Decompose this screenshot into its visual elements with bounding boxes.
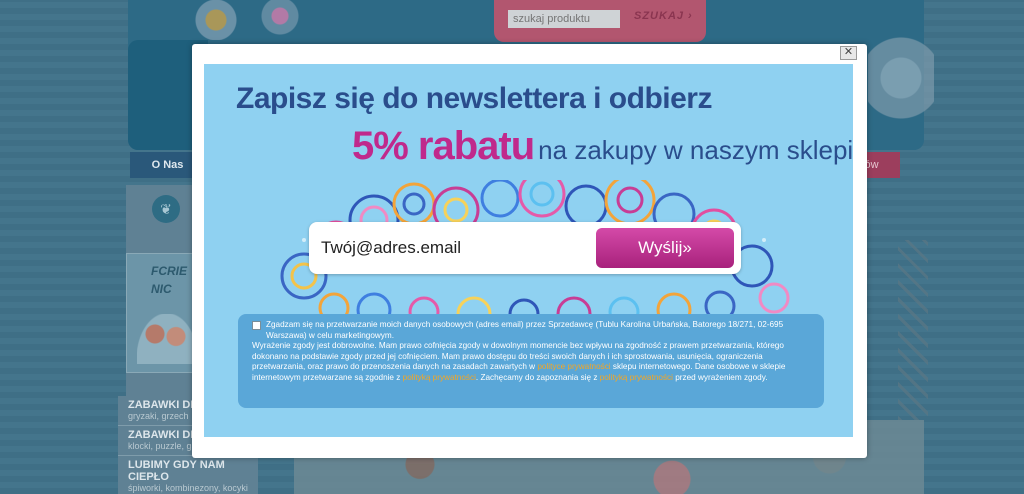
privacy-policy-link[interactable]: polityką prywatności [600, 373, 673, 382]
background-leaves [898, 240, 928, 420]
newsletter-form: Wyślij» [309, 222, 741, 274]
discount-line: 5% rabatu na zakupy w naszym sklepie [352, 124, 853, 169]
consent-statement: Zgadzam się na przetwarzanie moich danyc… [266, 320, 784, 340]
category-item[interactable]: LUBIMY GDY NAM CIEPŁO śpiworki, kombinez… [118, 456, 258, 494]
privacy-policy-link[interactable]: polityką prywatności [403, 373, 476, 382]
newsletter-headline: Zapisz się do newslettera i odbierz [236, 82, 712, 115]
header-decoration [168, 0, 328, 40]
leaf-icon[interactable]: ❦ [152, 195, 180, 223]
send-button[interactable]: Wyślij» [596, 228, 734, 268]
discount-text: 5% rabatu [352, 124, 535, 168]
discount-description: na zakupy w naszym sklepie [538, 135, 853, 165]
newsletter-modal: ✕ Zapisz się do newslettera i odbierz 5%… [192, 44, 867, 458]
promo-text: FCRIE NIC [151, 264, 187, 296]
close-button[interactable]: ✕ [840, 46, 857, 60]
consent-box: Zgadzam się na przetwarzanie moich danyc… [238, 314, 824, 408]
search-input[interactable] [508, 10, 620, 28]
consent-text: Zgadzam się na przetwarzanie moich danyc… [252, 320, 810, 384]
consent-details: Wyrażenie zgody jest dobrowolne. Mam pra… [252, 341, 786, 382]
consent-checkbox[interactable] [252, 321, 261, 330]
newsletter-panel: Zapisz się do newslettera i odbierz 5% r… [204, 64, 853, 437]
email-field[interactable] [321, 232, 591, 264]
privacy-policy-link[interactable]: polityce prywatności [537, 362, 610, 371]
search-box: SZUKAJ › [494, 0, 706, 42]
search-button[interactable]: SZUKAJ › [634, 10, 693, 22]
header-decoration-right [868, 30, 934, 150]
promo-illustration [137, 314, 197, 364]
consent-row: Zgadzam się na przetwarzanie moich danyc… [252, 320, 810, 384]
